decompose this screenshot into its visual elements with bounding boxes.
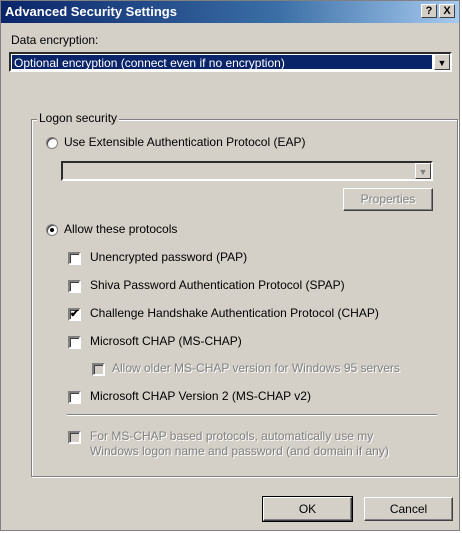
close-button[interactable]: X	[439, 4, 455, 18]
older-mschap-checkbox[interactable]	[92, 363, 105, 376]
allow-protocols-label: Allow these protocols	[64, 222, 178, 236]
auto-logon-label-line1: For MS-CHAP based protocols, automatical…	[90, 429, 374, 443]
advanced-security-dialog: Advanced Security Settings ? X Data encr…	[0, 0, 460, 531]
logon-security-legend: Logon security	[37, 111, 120, 125]
spap-checkbox[interactable]	[68, 280, 81, 293]
help-button[interactable]: ?	[421, 4, 437, 18]
dropdown-arrow-icon[interactable]: ▼	[415, 163, 431, 179]
eap-type-select[interactable]: ▼	[61, 161, 433, 181]
pap-checkbox[interactable]	[68, 252, 81, 265]
dropdown-arrow-icon[interactable]: ▼	[434, 54, 450, 70]
auto-logon-label-line2: Windows logon name and password (and dom…	[90, 444, 389, 458]
older-mschap-label: Allow older MS-CHAP version for Windows …	[112, 361, 400, 375]
pap-label: Unencrypted password (PAP)	[90, 250, 248, 264]
radio-selected-dot	[50, 228, 54, 232]
protocols-separator	[67, 414, 437, 416]
allow-protocols-radio[interactable]	[46, 224, 58, 236]
ok-button[interactable]: OK	[262, 496, 353, 522]
data-encryption-select[interactable]: Optional encryption (connect even if no …	[9, 52, 452, 72]
chap-label: Challenge Handshake Authentication Proto…	[90, 306, 379, 320]
window-title: Advanced Security Settings	[5, 4, 177, 19]
eap-properties-button[interactable]: Properties	[343, 188, 433, 211]
eap-type-value	[64, 164, 413, 178]
mschap-v2-label: Microsoft CHAP Version 2 (MS-CHAP v2)	[90, 389, 311, 403]
mschap-checkbox[interactable]	[68, 336, 81, 349]
checkmark-icon: ✔	[70, 308, 80, 320]
cancel-button[interactable]: Cancel	[364, 497, 453, 521]
title-bar[interactable]: Advanced Security Settings ? X	[1, 1, 459, 23]
eap-radio[interactable]	[46, 137, 58, 149]
mschap-v2-checkbox[interactable]	[68, 391, 81, 404]
data-encryption-label: Data encryption:	[11, 33, 99, 47]
chap-checkbox[interactable]: ✔	[68, 308, 81, 321]
mschap-label: Microsoft CHAP (MS-CHAP)	[90, 334, 242, 348]
spap-label: Shiva Password Authentication Protocol (…	[90, 278, 345, 292]
eap-radio-label: Use Extensible Authentication Protocol (…	[64, 135, 306, 149]
auto-logon-checkbox[interactable]	[68, 431, 81, 444]
data-encryption-value: Optional encryption (connect even if no …	[12, 55, 432, 69]
